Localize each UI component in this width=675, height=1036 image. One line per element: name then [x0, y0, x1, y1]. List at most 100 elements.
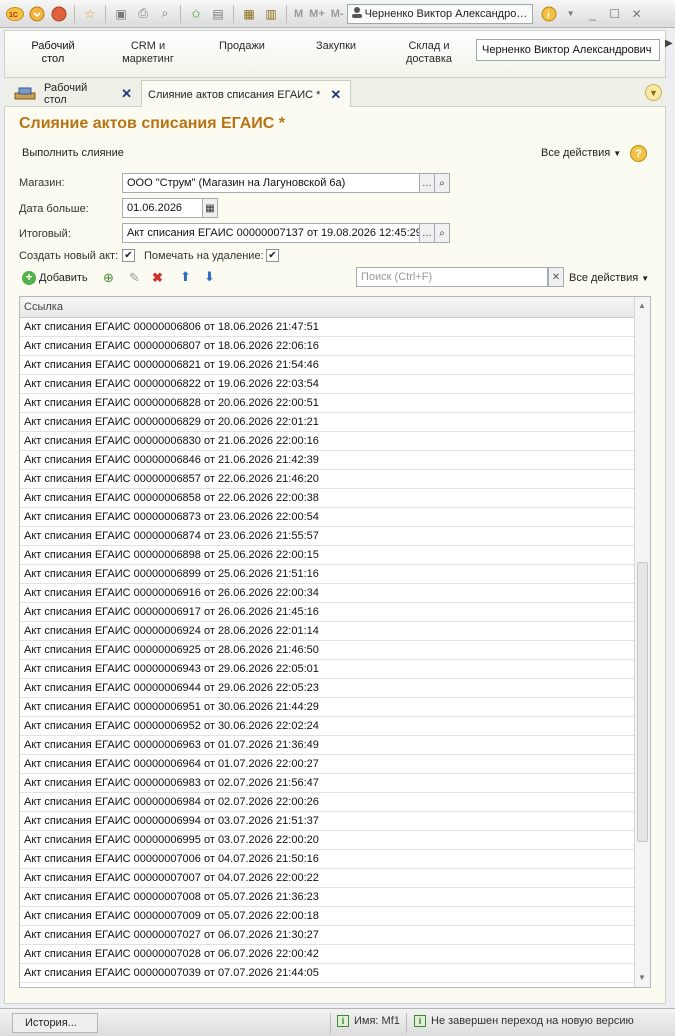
table-row[interactable]: Акт списания ЕГАИС 00000006806 от 18.06.… [20, 318, 634, 337]
table-row[interactable]: Акт списания ЕГАИС 00000006829 от 20.06.… [20, 413, 634, 432]
update-status[interactable]: i Не завершен переход на новую версию [414, 1015, 634, 1027]
table-row[interactable]: Акт списания ЕГАИС 00000007039 от 07.07.… [20, 964, 634, 983]
scroll-up-icon[interactable]: ▲ [638, 301, 646, 310]
copy-icon[interactable]: ⊕ [103, 270, 114, 286]
close-icon[interactable]: ✕ [121, 86, 132, 102]
table-row[interactable]: Акт списания ЕГАИС 00000006984 от 02.07.… [20, 793, 634, 812]
tabs-menu-icon[interactable]: ▼ [645, 84, 662, 101]
help-icon[interactable]: ? [630, 145, 647, 162]
table-row[interactable]: Акт списания ЕГАИС 00000006822 от 19.06.… [20, 375, 634, 394]
scroll-down-icon[interactable]: ▼ [638, 973, 646, 982]
favorites-star-icon[interactable]: ☆ [80, 4, 100, 24]
table-row[interactable]: Акт списания ЕГАИС 00000006899 от 25.06.… [20, 565, 634, 584]
section-warehouse[interactable]: Склад и доставка [391, 40, 467, 66]
move-down-icon[interactable]: ⬇ [204, 269, 215, 285]
table-row[interactable]: Акт списания ЕГАИС 00000007008 от 05.07.… [20, 888, 634, 907]
dropdown-menu-icon[interactable] [27, 4, 47, 24]
table-row[interactable]: Акт списания ЕГАИС 00000006994 от 03.07.… [20, 812, 634, 831]
tab-bar: Рабочий стол ✕ Слияние актов списания ЕГ… [4, 77, 666, 108]
minimize-icon[interactable]: _ [583, 4, 603, 24]
table-row[interactable]: Акт списания ЕГАИС 00000007006 от 04.07.… [20, 850, 634, 869]
info-icon[interactable]: i [539, 4, 559, 24]
table-row[interactable]: Акт списания ЕГАИС 00000006944 от 29.06.… [20, 679, 634, 698]
add-button-label: Добавить [39, 272, 88, 284]
table-row[interactable]: Акт списания ЕГАИС 00000006964 от 01.07.… [20, 755, 634, 774]
table-row[interactable]: Акт списания ЕГАИС 00000006873 от 23.06.… [20, 508, 634, 527]
acts-table[interactable]: Ссылка Акт списания ЕГАИС 00000006806 от… [19, 296, 651, 988]
date-field[interactable]: 01.06.2026 [122, 198, 204, 218]
table-row[interactable]: Акт списания ЕГАИС 00000006925 от 28.06.… [20, 641, 634, 660]
clear-search-icon[interactable]: ✕ [548, 267, 564, 287]
table-row[interactable]: Акт списания ЕГАИС 00000006917 от 26.06.… [20, 603, 634, 622]
table-row[interactable]: Акт списания ЕГАИС 00000006916 от 26.06.… [20, 584, 634, 603]
section-label: доставка [405, 53, 453, 65]
select-button[interactable]: … [419, 173, 435, 193]
calendar-icon[interactable]: ▦ [202, 198, 218, 218]
column-header-link[interactable]: Ссылка [20, 297, 634, 318]
all-actions-menu[interactable]: Все действия ▼ [541, 147, 621, 159]
table-row[interactable]: Акт списания ЕГАИС 00000006874 от 23.06.… [20, 527, 634, 546]
table-row[interactable]: Акт списания ЕГАИС 00000006821 от 19.06.… [20, 356, 634, 375]
search-icon[interactable]: ⌕ [434, 173, 450, 193]
table-row[interactable]: Акт списания ЕГАИС 00000006943 от 29.06.… [20, 660, 634, 679]
table-row[interactable]: Акт списания ЕГАИС 00000007007 от 04.07.… [20, 869, 634, 888]
table-row[interactable]: Акт списания ЕГАИС 00000006983 от 02.07.… [20, 774, 634, 793]
vertical-scrollbar[interactable]: ▲ ▼ [634, 297, 650, 987]
memory-button[interactable]: M [294, 8, 303, 20]
1c-logo-icon[interactable]: 1С [5, 4, 25, 24]
memory-plus-button[interactable]: M+ [309, 8, 325, 20]
table-row[interactable]: Акт списания ЕГАИС 00000006846 от 21.06.… [20, 451, 634, 470]
table-row[interactable]: Акт списания ЕГАИС 00000006807 от 18.06.… [20, 337, 634, 356]
save-icon[interactable]: ▣ [111, 4, 131, 24]
print-icon[interactable]: ⎙ [133, 4, 153, 24]
add-favorite-icon[interactable]: ✩ [186, 4, 206, 24]
chevron-right-icon[interactable]: ▶ [665, 38, 675, 58]
table-row[interactable]: Акт списания ЕГАИС 00000006995 от 03.07.… [20, 831, 634, 850]
search-icon[interactable]: ⌕ [434, 223, 450, 243]
scroll-thumb[interactable] [637, 562, 648, 842]
preview-icon[interactable]: ⌕ [155, 4, 175, 24]
document-icon[interactable]: ▤ [208, 4, 228, 24]
calculator-icon[interactable]: ▦ [239, 4, 259, 24]
final-act-field[interactable]: Акт списания ЕГАИС 00000007137 от 19.08.… [122, 223, 420, 243]
section-desktop[interactable]: Рабочий стол [19, 40, 87, 66]
move-up-icon[interactable]: ⬆ [180, 269, 191, 285]
table-row[interactable]: Акт списания ЕГАИС 00000006952 от 30.06.… [20, 717, 634, 736]
table-row[interactable]: Акт списания ЕГАИС 00000007028 от 06.07.… [20, 945, 634, 964]
section-sales[interactable]: Продажи [209, 40, 275, 53]
chevron-down-icon[interactable]: ▼ [561, 4, 581, 24]
table-row[interactable]: Акт списания ЕГАИС 00000006828 от 20.06.… [20, 394, 634, 413]
section-crm[interactable]: CRM и маркетинг [109, 40, 187, 66]
table-row[interactable]: Акт списания ЕГАИС 00000006858 от 22.06.… [20, 489, 634, 508]
user-field[interactable]: Черненко Виктор Александрович [476, 39, 660, 61]
record-icon[interactable] [49, 4, 69, 24]
table-row[interactable]: Акт списания ЕГАИС 00000006830 от 21.06.… [20, 432, 634, 451]
table-row[interactable]: Акт списания ЕГАИС 00000007027 от 06.07.… [20, 926, 634, 945]
tab-merge-acts[interactable]: Слияние актов списания ЕГАИС * ✕ [141, 80, 351, 108]
create-new-checkbox[interactable]: ✔ [122, 249, 135, 262]
memory-minus-button[interactable]: M- [331, 8, 344, 20]
select-button[interactable]: … [419, 223, 435, 243]
maximize-icon[interactable]: ☐ [605, 4, 625, 24]
history-button[interactable]: История... [12, 1013, 98, 1033]
close-icon[interactable]: ✕ [627, 4, 647, 24]
delete-icon[interactable]: ✖ [152, 270, 163, 286]
section-purchases[interactable]: Закупки [303, 40, 369, 53]
tab-desktop[interactable]: Рабочий стол ✕ [8, 80, 138, 108]
table-row[interactable]: Акт списания ЕГАИС 00000006924 от 28.06.… [20, 622, 634, 641]
mark-delete-checkbox[interactable]: ✔ [266, 249, 279, 262]
close-icon[interactable]: ✕ [330, 87, 341, 103]
store-field[interactable]: ООО "Струм" (Магазин на Лагуновской 6а) [122, 173, 420, 193]
table-row[interactable]: Акт списания ЕГАИС 00000006963 от 01.07.… [20, 736, 634, 755]
table-all-actions-menu[interactable]: Все действия ▼ [569, 272, 649, 284]
current-user-button[interactable]: Черненко Виктор Александров... [346, 3, 533, 24]
table-row[interactable]: Акт списания ЕГАИС 00000006898 от 25.06.… [20, 546, 634, 565]
run-merge-button[interactable]: Выполнить слияние [22, 147, 124, 159]
table-row[interactable]: Акт списания ЕГАИС 00000006951 от 30.06.… [20, 698, 634, 717]
calendar-icon[interactable]: ▥ [261, 4, 281, 24]
search-input[interactable]: Поиск (Ctrl+F) [356, 267, 548, 287]
add-button[interactable]: + Добавить [22, 271, 88, 285]
table-row[interactable]: Акт списания ЕГАИС 00000006857 от 22.06.… [20, 470, 634, 489]
table-row[interactable]: Акт списания ЕГАИС 00000007009 от 05.07.… [20, 907, 634, 926]
edit-icon[interactable]: ✎ [129, 270, 140, 286]
